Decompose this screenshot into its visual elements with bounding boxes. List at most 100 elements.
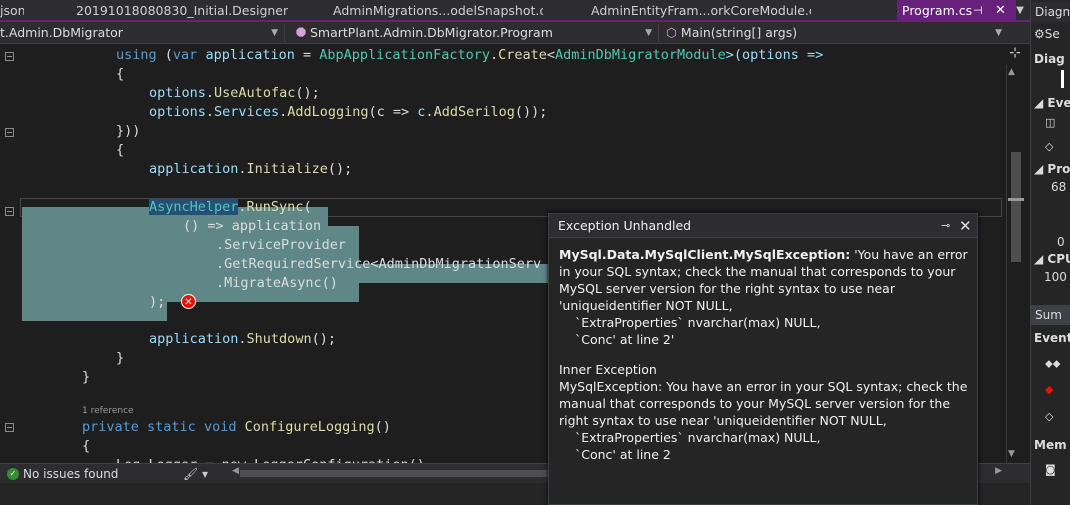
pin-icon[interactable]: ⊣ — [973, 0, 983, 21]
fold-collapse-icon[interactable]: − — [5, 207, 14, 216]
events-section[interactable]: ◢ Eve — [1034, 96, 1070, 110]
code-token: AdminDbMigratorModule — [555, 47, 726, 63]
chevron-down-icon: ▼ — [271, 28, 278, 38]
cpu-section[interactable]: ◢ CPU — [1034, 252, 1070, 266]
collapse-icon: ◢ — [1034, 96, 1044, 110]
diagnostic-tools-panel: Diagn ⚙Se Diag ◢ Eve ◫ ◇ ◢ Pro 68 0 ◢ CP… — [1030, 0, 1070, 505]
code-token: Create — [498, 47, 547, 63]
code-token: . — [489, 47, 499, 63]
code-line: using (var application = AbpApplicationF… — [116, 46, 823, 65]
diag-heading: Diag — [1034, 52, 1065, 66]
code-line: ); — [149, 294, 166, 310]
exception-type[interactable]: MySql.Data.MySqlClient.MySqlException: — [559, 247, 850, 262]
scroll-right-icon[interactable]: ▶ — [995, 466, 1002, 476]
code-token: application — [149, 161, 239, 177]
tab-initial-designer[interactable]: 20191018080830_Initial.Designer.cs — [76, 0, 288, 22]
code-token: . — [279, 104, 288, 120]
process-memory-section[interactable]: ◢ Pro — [1034, 162, 1070, 176]
class-label: SmartPlant.Admin.DbMigrator.Program — [310, 25, 553, 40]
settings-button[interactable]: ⚙Se — [1034, 27, 1060, 41]
tab-label: Program.cs — [902, 3, 973, 18]
code-token: AsyncHelper — [149, 199, 239, 215]
exception-line: `ExtraProperties` nvarchar(max) NULL, — [575, 315, 821, 330]
pause-icon[interactable]: ◫ — [1045, 116, 1055, 129]
panel-title: Diagn — [1031, 2, 1070, 22]
tab-program-cs[interactable]: Program.cs ⊣ ✕ — [897, 0, 1016, 22]
events-filter-icon[interactable]: ⬥⬥ — [1045, 357, 1060, 371]
exception-event-icon[interactable]: ◆ — [1045, 383, 1053, 396]
code-token: void — [203, 419, 237, 435]
code-token: = — [303, 47, 312, 63]
divider — [658, 24, 659, 42]
memory-axis-bottom: 0 — [1057, 235, 1065, 249]
code-token: >(options => — [725, 47, 824, 63]
events-label: Eve — [1047, 96, 1070, 110]
tab-core-module[interactable]: AdminEntityFram...orkCoreModule.cs — [591, 0, 811, 22]
code-token: ( — [164, 47, 173, 63]
scroll-down-icon[interactable]: ▼ — [1008, 449, 1015, 459]
inner-exception-message: MySqlException: You have an error in you… — [559, 379, 968, 428]
code-token: UseAutofac — [214, 85, 296, 101]
member-label: Main(string[] args) — [680, 25, 798, 40]
project-dropdown[interactable]: t.Admin.DbMigrator ▼ — [0, 23, 282, 43]
tab-json[interactable]: json — [0, 0, 24, 22]
method-icon: ⬡ — [666, 25, 677, 40]
code-token: AddLogging — [287, 104, 369, 120]
code-token: Initialize — [246, 161, 328, 177]
member-dropdown[interactable]: ⬡ Main(string[] args) ▼ — [666, 23, 1006, 43]
exception-message: MySql.Data.MySqlClient.MySqlException: '… — [559, 246, 973, 314]
close-icon[interactable]: ✕ — [995, 0, 1006, 21]
events-header: Event — [1034, 331, 1070, 345]
tab-summary[interactable]: Sum — [1031, 305, 1070, 325]
code-token: . — [238, 199, 247, 215]
error-icon[interactable]: ✕ — [181, 294, 196, 309]
tab-overflow-icon[interactable]: ▼ — [1010, 0, 1030, 22]
divider — [284, 24, 285, 42]
chevron-down-icon: ▼ — [995, 28, 1002, 38]
code-line: .MigrateAsync() — [216, 275, 338, 291]
code-token: (); — [295, 85, 320, 101]
code-line: options.UseAutofac(); — [149, 84, 320, 103]
cleanup-brush-icon[interactable]: 🖌 ▾ — [183, 465, 208, 483]
code-token: ()); — [514, 104, 548, 120]
tab-model-snapshot[interactable]: AdminMigrations...odelSnapshot.cs — [333, 0, 543, 22]
code-line: .ServiceProvider — [216, 237, 347, 253]
snapshot-icon[interactable]: ◙ — [1045, 463, 1056, 476]
popup-header: Exception Unhandled ⊸ ✕ — [549, 214, 977, 238]
codelens-reference[interactable]: 1 reference — [82, 406, 134, 416]
code-token: ( — [303, 199, 312, 215]
selection-highlight — [22, 302, 167, 321]
scrollbar-thumb[interactable] — [1011, 152, 1021, 262]
code-token: . — [205, 85, 215, 101]
scroll-left-icon[interactable]: ◀ — [232, 466, 239, 476]
diamond-icon: ◇ — [1045, 140, 1054, 153]
code-token: . — [238, 331, 247, 347]
collapse-icon: ◢ — [1034, 162, 1044, 176]
code-line: private static void ConfigureLogging() — [82, 418, 391, 437]
code-token: . — [425, 104, 434, 120]
code-line: () => application — [183, 218, 322, 234]
check-icon: ✓ — [7, 468, 19, 480]
code-token: (); — [311, 331, 336, 347]
fold-collapse-icon[interactable]: − — [5, 423, 14, 432]
pin-icon[interactable]: ⊸ — [941, 214, 950, 238]
class-dropdown[interactable]: ⯃ SmartPlant.Admin.DbMigrator.Program ▼ — [296, 23, 656, 43]
fold-collapse-icon[interactable]: − — [5, 52, 14, 61]
code-token: . — [238, 161, 247, 177]
navigation-bar: t.Admin.DbMigrator ▼ ⯃ SmartPlant.Admin.D… — [0, 22, 1030, 44]
code-token: (c => — [368, 104, 418, 120]
class-icon: ⯃ — [296, 25, 307, 40]
diamond-icon[interactable]: ◇ — [1045, 410, 1053, 423]
issues-status[interactable]: No issues found — [23, 465, 118, 483]
code-token: () — [374, 419, 391, 435]
fold-collapse-icon[interactable]: − — [5, 128, 14, 137]
code-token: application — [149, 331, 239, 347]
code-token: AbpApplicationFactory — [319, 47, 490, 63]
code-token: RunSync — [246, 199, 304, 215]
close-icon[interactable]: ✕ — [959, 214, 972, 238]
split-editor-icon[interactable]: ⊹ — [1006, 45, 1024, 63]
scroll-up-icon[interactable]: ▲ — [1008, 67, 1015, 77]
code-token: application — [205, 47, 295, 63]
memory-header: Mem — [1034, 438, 1067, 452]
vertical-scrollbar[interactable]: ▲ ▼ — [1006, 65, 1024, 463]
